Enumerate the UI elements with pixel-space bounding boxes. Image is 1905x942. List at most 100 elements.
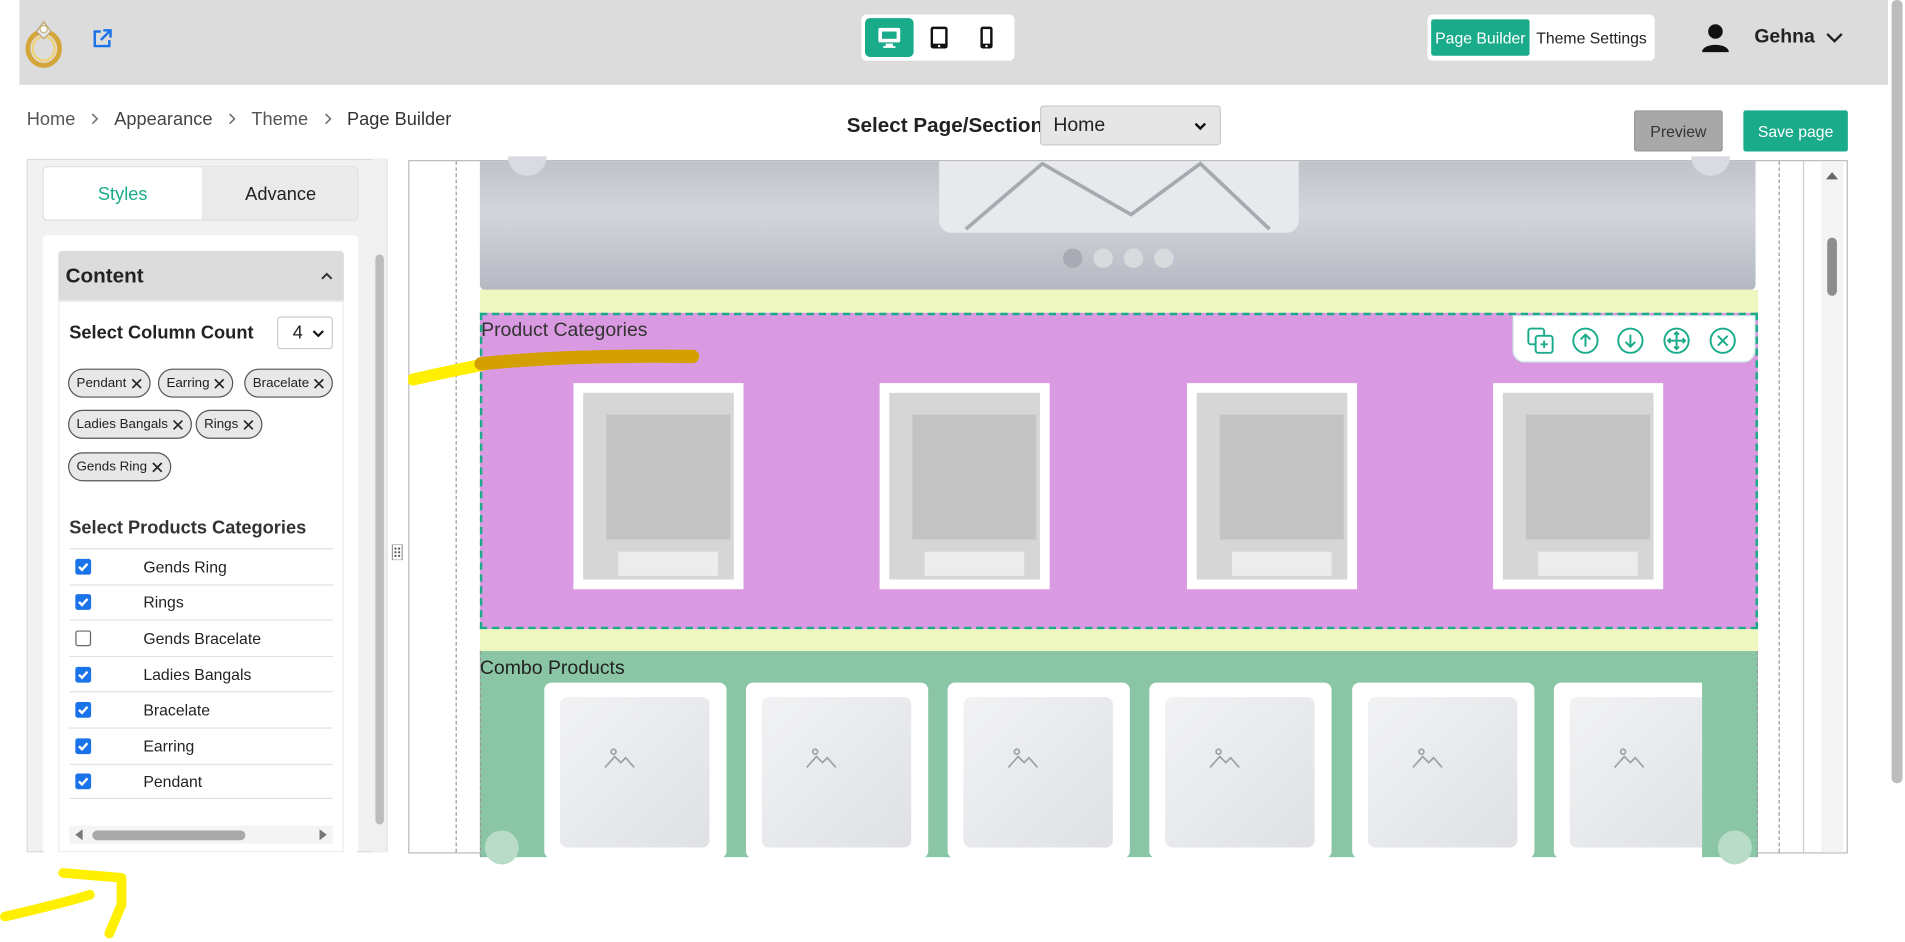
slider-dot-active[interactable] [1063, 248, 1083, 268]
tab-advance[interactable]: Advance [201, 167, 358, 220]
user-avatar-icon[interactable] [1700, 22, 1732, 54]
user-name[interactable]: Gehna [1754, 27, 1814, 49]
category-checkbox[interactable] [75, 773, 92, 790]
category-row[interactable]: Pendant [69, 763, 333, 800]
category-label: Pendant [143, 772, 203, 791]
section-title: Combo Products [479, 658, 625, 679]
category-label: Earring [143, 736, 195, 756]
horizontal-scroll-thumb[interactable] [92, 830, 246, 841]
page-scroll-thumb[interactable] [1891, 0, 1903, 784]
close-icon[interactable] [214, 378, 225, 389]
close-icon[interactable] [152, 461, 163, 472]
close-icon[interactable] [243, 419, 254, 430]
combo-product-card[interactable] [745, 682, 929, 859]
category-checkbox[interactable] [75, 702, 92, 718]
category-checkbox[interactable] [75, 630, 92, 647]
category-card-placeholder[interactable] [573, 383, 744, 590]
slider-dot[interactable] [1154, 248, 1174, 268]
product-categories-list: Gends Ring Rings Gends Bracelate Ladies Ban… [69, 548, 333, 800]
combo-product-card[interactable] [544, 682, 727, 859]
category-chip[interactable]: Gends Ring [68, 452, 172, 482]
image-placeholder-icon [1209, 748, 1240, 769]
chevron-down-icon[interactable] [1824, 27, 1846, 49]
slider-dot[interactable] [1093, 248, 1113, 268]
open-external-icon[interactable] [90, 27, 114, 51]
theme-settings-button[interactable]: Theme Settings [1532, 19, 1651, 55]
carousel-next-control[interactable] [1717, 830, 1752, 865]
drag-move-icon[interactable] [1662, 326, 1691, 355]
carousel-prev-control[interactable] [484, 830, 519, 865]
page-select-label: Select Page/Section: [846, 113, 1050, 138]
category-chip[interactable]: Rings [195, 409, 263, 439]
category-row[interactable]: Rings [69, 583, 333, 620]
tablet-view-button[interactable] [915, 18, 964, 57]
chevron-down-icon [312, 329, 324, 337]
brand-logo[interactable] [19, 12, 68, 73]
chip-label: Bracelate [252, 375, 310, 391]
category-card-placeholder[interactable] [879, 383, 1050, 590]
image-placeholder-icon [1613, 748, 1645, 769]
tablet-icon [930, 26, 948, 49]
slider-dot[interactable] [1123, 248, 1144, 268]
combo-product-card[interactable] [1352, 682, 1535, 859]
combo-product-card[interactable] [947, 682, 1130, 859]
column-count-value: 4 [292, 322, 303, 344]
breadcrumb-theme[interactable]: Theme [251, 109, 308, 130]
category-checkbox[interactable] [75, 738, 92, 754]
annotation-highlight-stroke [408, 349, 700, 386]
category-row[interactable]: Earring [69, 727, 333, 763]
desktop-view-button[interactable] [865, 18, 914, 57]
close-icon[interactable] [173, 419, 184, 430]
category-checkbox[interactable] [75, 594, 92, 611]
category-chip[interactable]: Ladies Bangals [68, 409, 193, 439]
tab-styles[interactable]: Styles [43, 167, 202, 220]
category-chip[interactable]: Bracelate [244, 368, 334, 398]
category-card-placeholder[interactable] [1493, 383, 1664, 590]
move-down-icon[interactable] [1616, 326, 1645, 355]
save-page-button[interactable]: Save page [1743, 110, 1848, 152]
category-card-placeholder[interactable] [1186, 383, 1358, 590]
category-row[interactable]: Bracelate [69, 691, 333, 728]
page-select-dropdown[interactable]: Home [1039, 105, 1221, 146]
combo-product-card[interactable] [1553, 682, 1703, 859]
section-title: Product Categories [481, 320, 648, 341]
scroll-right-icon[interactable] [318, 829, 328, 841]
chip-label: Earring [166, 375, 210, 391]
category-label: Gends Bracelate [143, 629, 262, 648]
scroll-up-icon[interactable] [1825, 170, 1839, 182]
breadcrumb-appearance[interactable]: Appearance [114, 109, 212, 130]
category-row[interactable]: Gends Ring [69, 548, 333, 584]
combo-product-card[interactable] [1149, 682, 1332, 859]
category-checkbox[interactable] [75, 666, 92, 683]
preview-button[interactable]: Preview [1634, 110, 1723, 152]
category-chip[interactable]: Earring [157, 368, 234, 398]
close-icon[interactable] [314, 378, 325, 389]
canvas-scroll-thumb[interactable] [1827, 237, 1837, 296]
breadcrumb-home[interactable]: Home [27, 109, 76, 130]
image-placeholder-icon [806, 748, 837, 769]
section-toolbar [1512, 315, 1756, 363]
duplicate-icon[interactable] [1526, 326, 1555, 355]
category-row[interactable]: Ladies Bangals [69, 655, 333, 692]
layout-guide [1778, 161, 1780, 853]
category-checkbox[interactable] [75, 558, 92, 575]
chip-label: Gends Ring [76, 459, 148, 475]
scroll-left-icon[interactable] [74, 829, 84, 841]
desktop-icon [878, 27, 901, 48]
chevron-down-icon [1194, 122, 1207, 130]
column-count-select[interactable]: 4 [276, 316, 333, 350]
category-label: Bracelate [143, 700, 211, 720]
panel-resize-handle[interactable] [391, 543, 403, 561]
breadcrumb-page-builder: Page Builder [346, 108, 452, 130]
category-chip[interactable]: Pendant [68, 368, 151, 398]
image-placeholder-icon [604, 748, 635, 769]
move-up-icon[interactable] [1571, 326, 1600, 355]
image-placeholder-icon [1007, 748, 1039, 769]
content-accordion-header[interactable]: Content [58, 250, 344, 301]
close-icon[interactable] [1708, 326, 1737, 355]
category-row[interactable]: Gends Bracelate [69, 619, 333, 656]
settings-panel-scroll-thumb[interactable] [375, 254, 384, 825]
close-icon[interactable] [131, 378, 142, 389]
page-builder-button[interactable]: Page Builder [1431, 19, 1530, 56]
mobile-view-button[interactable] [962, 18, 1011, 57]
